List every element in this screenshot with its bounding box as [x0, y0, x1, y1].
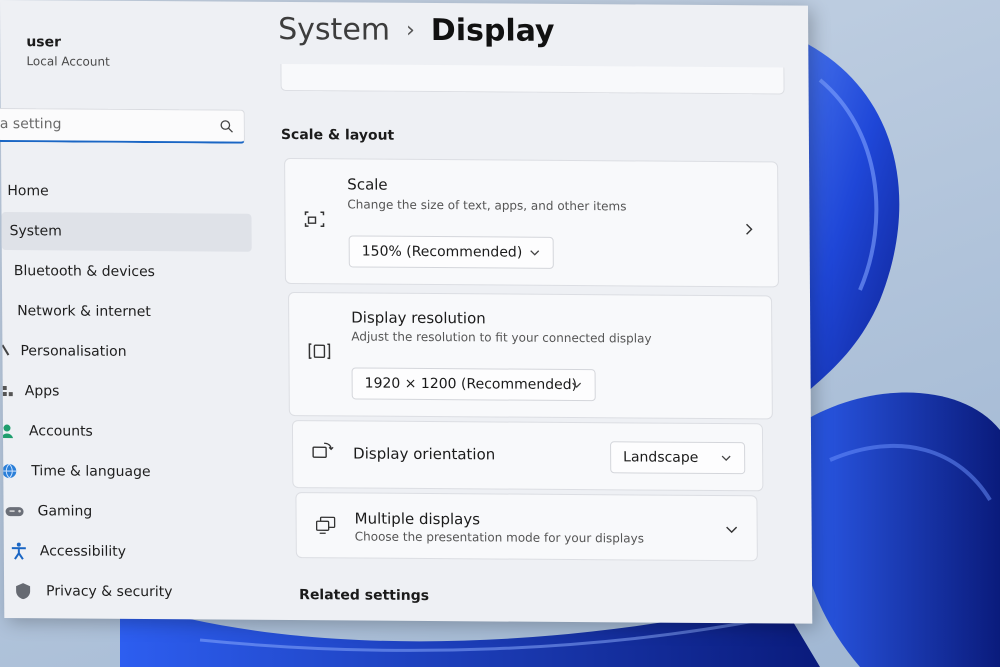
sidebar-item-accessibility[interactable]: Accessibility	[4, 532, 254, 572]
chevron-down-icon[interactable]	[725, 524, 739, 536]
shield-icon	[16, 583, 31, 600]
chevron-down-icon	[572, 382, 582, 388]
breadcrumb-separator-icon: ›	[405, 17, 415, 43]
previous-card	[280, 63, 785, 95]
breadcrumb-parent[interactable]: System	[278, 12, 390, 48]
sidebar-item-home[interactable]: Home	[1, 172, 251, 212]
multiple-displays-card[interactable]: Multiple displays Choose the presentatio…	[295, 492, 758, 562]
display-resolution-description: Adjust the resolution to fit your connec…	[351, 329, 652, 346]
sidebar-item-label: Bluetooth & devices	[13, 263, 156, 281]
chevron-down-icon	[530, 250, 540, 256]
scale-icon	[304, 211, 325, 228]
sidebar-item-label: Personalisation	[20, 343, 127, 360]
scale-dropdown[interactable]: 150% (Recommended)	[348, 235, 554, 269]
user-account-type: Local Account	[26, 54, 110, 69]
chevron-right-icon[interactable]	[743, 222, 755, 236]
sidebar-item-label: Gaming	[37, 503, 93, 520]
section-title-scale-layout: Scale & layout	[280, 126, 395, 144]
scale-card[interactable]: Scale Change the size of text, apps, and…	[284, 157, 779, 288]
sidebar-item-label: Accounts	[28, 423, 93, 440]
search-input[interactable]	[0, 114, 212, 135]
settings-window: user Local Account Home System Bluetooth…	[0, 0, 813, 624]
accounts-icon	[2, 424, 14, 439]
sidebar-item-accounts[interactable]: Accounts	[2, 412, 253, 452]
display-orientation-title: Display orientation	[353, 444, 496, 464]
sidebar-item-personalisation[interactable]: Personalisation	[2, 332, 252, 372]
display-orientation-dropdown[interactable]: Landscape	[610, 441, 746, 475]
sidebar-item-network[interactable]: Network & internet	[2, 292, 252, 332]
multiple-displays-title: Multiple displays	[354, 509, 481, 529]
breadcrumb: System › Display	[278, 12, 555, 49]
sidebar-item-gaming[interactable]: Gaming	[3, 492, 253, 532]
sidebar-nav: Home System Bluetooth & devices Network …	[1, 172, 254, 614]
scale-title: Scale	[347, 175, 388, 194]
sidebar-item-label: Accessibility	[39, 543, 127, 560]
orientation-icon	[312, 442, 334, 458]
display-resolution-card: Display resolution Adjust the resolution…	[288, 292, 773, 420]
chevron-down-icon	[721, 455, 731, 462]
search-icon[interactable]	[220, 120, 234, 134]
sidebar-item-label: Apps	[24, 383, 60, 400]
sidebar-item-label: Time & language	[31, 463, 151, 481]
user-name: user	[26, 34, 62, 51]
accessibility-icon	[11, 542, 26, 560]
sidebar-item-system[interactable]: System	[1, 212, 252, 252]
globe-icon	[3, 463, 17, 479]
sidebar-item-label: Network & internet	[17, 303, 151, 321]
search-box[interactable]	[0, 107, 245, 144]
brush-icon	[2, 344, 10, 356]
display-resolution-dropdown-value: 1920 × 1200 (Recommended)	[364, 375, 578, 394]
display-resolution-title: Display resolution	[351, 308, 486, 328]
resolution-icon	[308, 343, 331, 360]
sidebar-item-label: Home	[7, 183, 49, 200]
multiple-displays-description: Choose the presentation mode for your di…	[354, 529, 644, 546]
sidebar-item-apps[interactable]: Apps	[2, 372, 253, 412]
multiple-displays-icon	[315, 516, 336, 534]
display-orientation-dropdown-value: Landscape	[623, 449, 699, 466]
scale-dropdown-value: 150% (Recommended)	[361, 243, 523, 261]
sidebar-item-label: System	[9, 223, 62, 240]
gamepad-icon	[5, 507, 24, 517]
sidebar-item-label: Privacy & security	[46, 583, 173, 601]
sidebar-item-time-language[interactable]: Time & language	[3, 452, 253, 492]
display-resolution-dropdown[interactable]: 1920 × 1200 (Recommended)	[351, 367, 596, 402]
sidebar-item-bluetooth[interactable]: Bluetooth & devices	[2, 252, 252, 292]
section-title-related-settings: Related settings	[299, 587, 430, 605]
user-profile[interactable]: user Local Account	[26, 34, 110, 69]
scale-description: Change the size of text, apps, and other…	[347, 197, 627, 214]
display-orientation-card: Display orientation Landscape	[291, 420, 764, 492]
sidebar-item-privacy-security[interactable]: Privacy & security	[4, 572, 254, 612]
page-title: Display	[430, 13, 555, 49]
apps-icon	[2, 386, 13, 397]
